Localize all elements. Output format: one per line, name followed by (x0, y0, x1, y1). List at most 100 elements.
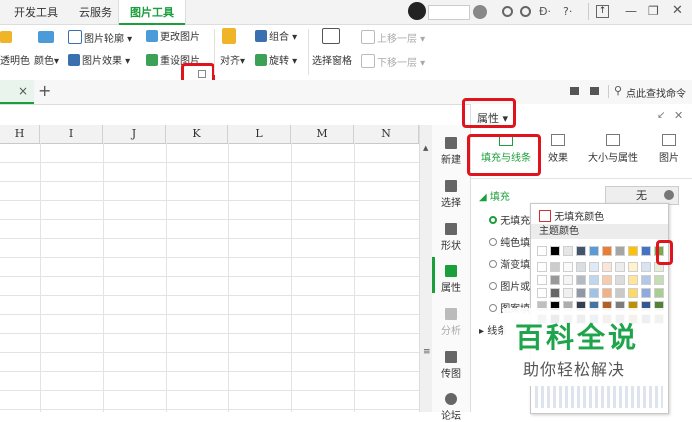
color-swatch[interactable] (602, 246, 612, 256)
color-swatch[interactable] (576, 246, 586, 256)
color-swatch[interactable] (615, 288, 625, 298)
color-swatch[interactable] (589, 262, 599, 272)
color-swatch[interactable] (641, 275, 651, 285)
color-swatch[interactable] (563, 262, 573, 272)
help-icon[interactable]: ?· (563, 5, 572, 18)
color-swatch[interactable] (602, 288, 612, 298)
color-swatch[interactable] (550, 275, 560, 285)
color-swatch[interactable] (628, 246, 638, 256)
color-swatch[interactable] (576, 275, 586, 285)
color-swatch[interactable] (654, 288, 664, 298)
selection-pane-icon[interactable] (322, 28, 342, 47)
color-swatch[interactable] (641, 288, 651, 298)
color-swatch[interactable] (537, 275, 547, 285)
sidebar-item-new[interactable]: 新建 (432, 137, 470, 166)
close-tab-icon[interactable]: × (18, 84, 28, 98)
screen-icon[interactable] (570, 87, 579, 95)
column-header[interactable]: J (103, 125, 166, 143)
color-swatch[interactable] (641, 262, 651, 272)
sync-icon[interactable] (502, 6, 513, 17)
scroll-up-icon[interactable]: ▲ (423, 144, 428, 152)
color-swatch[interactable] (550, 288, 560, 298)
color-swatch[interactable] (641, 246, 651, 256)
color-swatch[interactable] (563, 288, 573, 298)
color-swatch[interactable] (628, 288, 638, 298)
share-icon[interactable]: Ð· (539, 5, 551, 18)
transparent-icon[interactable] (0, 31, 14, 46)
no-fill-color-option[interactable]: 无填充颜色 (539, 208, 604, 223)
tab-picture-tools[interactable]: 图片工具 (118, 0, 186, 25)
color-swatch[interactable] (563, 246, 573, 256)
color-swatch[interactable] (589, 246, 599, 256)
column-header[interactable]: M (291, 125, 354, 143)
transparent-color-button[interactable]: 透明色 (0, 55, 30, 69)
radio-no-fill[interactable]: 无填充 (489, 212, 530, 227)
color-swatch[interactable] (628, 275, 638, 285)
spreadsheet-grid[interactable] (0, 125, 419, 412)
color-swatch[interactable] (602, 275, 612, 285)
send-backward-button[interactable]: 下移一层 ▾ (361, 54, 425, 71)
command-search[interactable]: 点此查找命令 (626, 85, 686, 100)
panel-close-icon[interactable]: ✕ (674, 109, 683, 122)
tab-cloud-service[interactable]: 云服务 (79, 0, 112, 24)
vertical-scrollbar[interactable]: ▲ ≡ (419, 125, 433, 412)
tab-picture[interactable]: 图片 (655, 134, 683, 164)
color-swatch[interactable] (563, 275, 573, 285)
color-swatch[interactable] (589, 275, 599, 285)
rotate-button[interactable]: 旋转 ▾ (255, 54, 297, 69)
document-tab[interactable] (0, 80, 34, 104)
sidebar-item-select[interactable]: 选择 (432, 180, 470, 209)
color-swatch[interactable] (602, 262, 612, 272)
column-header[interactable]: I (40, 125, 103, 143)
settings-icon[interactable] (520, 6, 531, 17)
minimize-icon[interactable]: — (625, 4, 637, 18)
avatar[interactable] (408, 2, 426, 20)
color-swatch[interactable] (615, 246, 625, 256)
tab-effect[interactable]: 效果 (543, 134, 573, 164)
color-swatch[interactable] (550, 246, 560, 256)
group-button[interactable]: 组合 ▾ (255, 30, 297, 45)
color-swatch[interactable] (550, 262, 560, 272)
column-header[interactable]: N (354, 125, 419, 143)
close-icon[interactable]: ✕ (672, 3, 683, 18)
picture-outline-button[interactable]: 图片轮廓 ▾ (68, 30, 132, 47)
tab-dev-tools[interactable]: 开发工具 (14, 0, 58, 24)
add-tab-icon[interactable]: + (38, 81, 51, 100)
align-button[interactable]: 对齐▾ (220, 55, 245, 69)
restore-icon[interactable]: ❐ (648, 4, 659, 18)
bring-forward-button[interactable]: 上移一层 ▾ (361, 30, 425, 47)
sidebar-item-shape[interactable]: 形状 (432, 223, 470, 252)
sidebar-item-upload[interactable]: 传图 (432, 351, 470, 380)
color-swatch[interactable] (576, 288, 586, 298)
color-button[interactable]: 颜色▾ (34, 55, 59, 69)
color-swatch[interactable] (589, 288, 599, 298)
texture-preview[interactable] (535, 386, 663, 408)
filter-icon[interactable] (590, 87, 599, 95)
column-header[interactable]: K (166, 125, 228, 143)
sidebar-item-analyze[interactable]: 分析 (432, 308, 470, 337)
color-swatch[interactable] (576, 262, 586, 272)
skin-icon[interactable] (473, 5, 487, 19)
color-swatch[interactable] (615, 262, 625, 272)
tab-size-and-properties[interactable]: 大小与属性 (583, 134, 643, 164)
color-icon[interactable] (38, 31, 56, 46)
color-swatch[interactable] (537, 288, 547, 298)
color-swatch[interactable] (628, 262, 638, 272)
picture-effect-button[interactable]: 图片效果 ▾ (68, 54, 130, 69)
color-swatch[interactable] (654, 275, 664, 285)
username-field[interactable] (428, 5, 470, 20)
color-swatch[interactable] (537, 246, 547, 256)
sidebar-item-properties[interactable]: 属性 (432, 265, 470, 294)
expand-icon[interactable]: ↙ (657, 110, 665, 121)
sidebar-item-forum[interactable]: 论坛 (432, 393, 470, 422)
fill-section-header[interactable]: ◢ 填充 (479, 188, 510, 203)
column-header[interactable]: H (0, 125, 40, 143)
search-icon[interactable]: ⚲ (614, 84, 622, 97)
align-icon[interactable] (222, 28, 238, 47)
collapse-ribbon-icon[interactable]: ↑ (596, 5, 609, 18)
split-handle-icon[interactable]: ≡ (423, 347, 431, 357)
color-swatch[interactable] (537, 262, 547, 272)
change-picture-button[interactable]: 更改图片 (146, 30, 200, 45)
selection-pane-button[interactable]: 选择窗格 (312, 55, 352, 69)
color-swatch[interactable] (615, 275, 625, 285)
